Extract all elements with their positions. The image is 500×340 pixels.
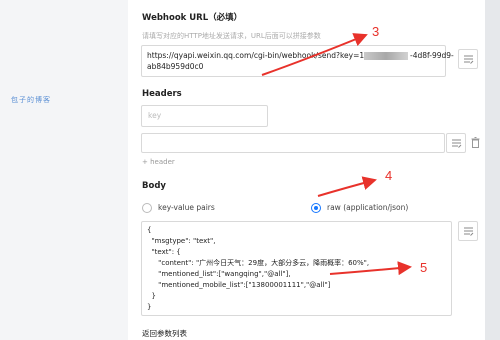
annotation-arrow-4 [317, 176, 377, 197]
annotation-arrow-5 [329, 261, 412, 276]
annotation-label-3: 3 [372, 24, 380, 39]
annotation-label-4: 4 [385, 168, 393, 183]
annotation-arrows [261, 33, 412, 276]
annotation-arrow-3 [261, 33, 368, 76]
annotation-label-5: 5 [420, 260, 428, 275]
